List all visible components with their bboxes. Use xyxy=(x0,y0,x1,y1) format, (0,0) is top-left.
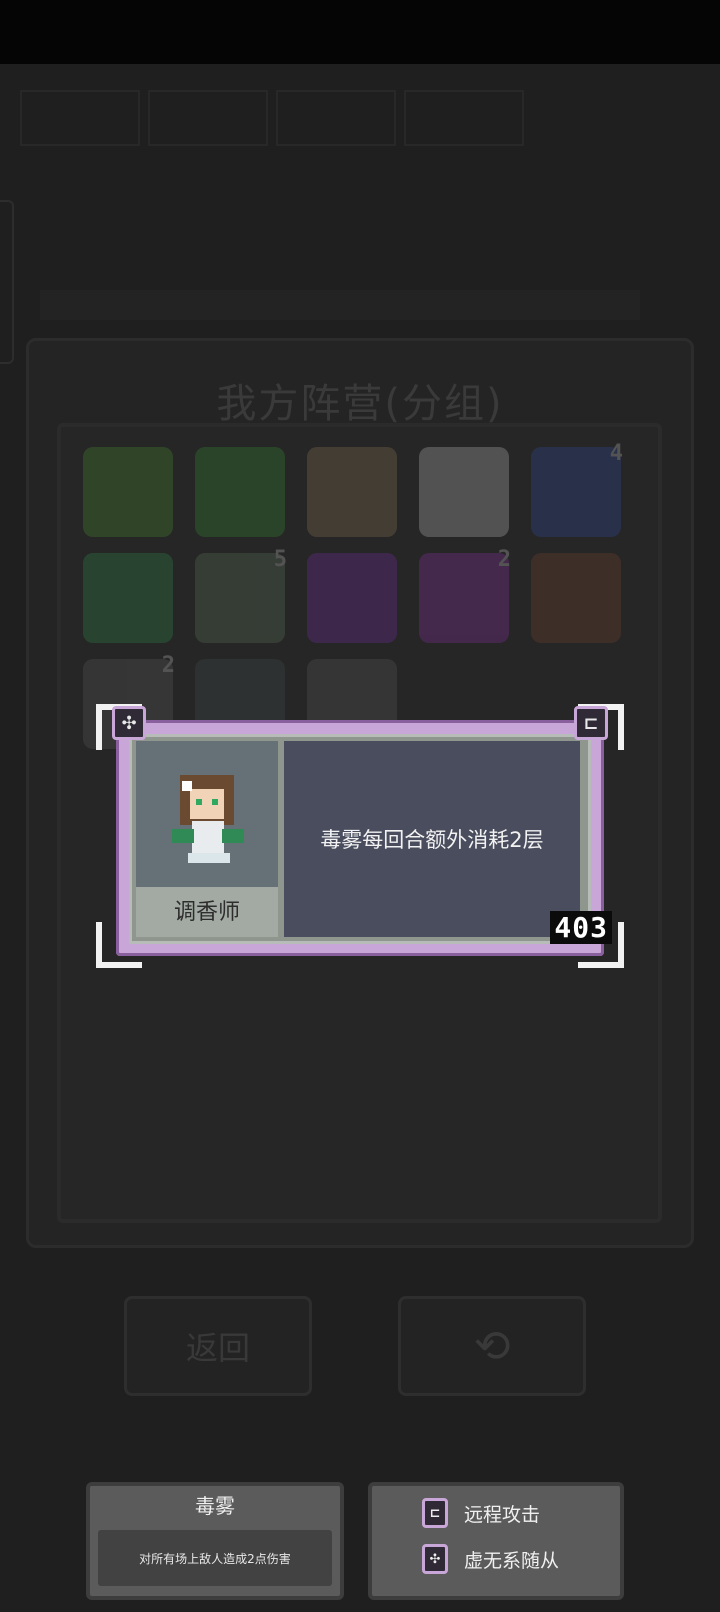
count-badge: 2 xyxy=(497,547,511,572)
roster-slot[interactable] xyxy=(307,447,397,537)
tag-ranged: ⊏ 远程攻击 xyxy=(422,1498,540,1528)
unit-description: 毒雾每回合额外消耗2层 xyxy=(284,741,580,937)
dialog-body: 调香师 毒雾每回合额外消耗2层 xyxy=(129,734,591,944)
tags-card[interactable]: ⊏ 远程攻击 ✣ 虚无系随从 xyxy=(368,1482,624,1600)
status-bar xyxy=(0,0,720,64)
ranged-icon: ⊏ xyxy=(574,706,608,740)
count-badge: 2 xyxy=(161,653,175,678)
count-badge: 5 xyxy=(273,547,287,572)
roster-slot[interactable] xyxy=(307,553,397,643)
perfumer-sprite xyxy=(172,775,244,863)
corner-bracket xyxy=(96,922,142,968)
roster-slot[interactable] xyxy=(531,553,621,643)
unit-name: 调香师 xyxy=(136,887,278,937)
tag-label: 虚无系随从 xyxy=(464,1549,560,1572)
background-strip xyxy=(40,290,640,320)
ranged-icon: ⊏ xyxy=(422,1498,448,1528)
roster-slot[interactable] xyxy=(83,447,173,537)
unit-portrait xyxy=(136,741,278,887)
roster-slot[interactable] xyxy=(419,447,509,537)
tag-void: ✣ 虚无系随从 xyxy=(422,1544,559,1574)
panel-title: 我方阵营(分组) xyxy=(216,381,504,427)
refresh-icon: ⟲ xyxy=(473,1320,511,1372)
refresh-button[interactable]: ⟲ xyxy=(398,1296,586,1396)
unit-cost: 403 xyxy=(550,911,612,944)
roster-slot[interactable] xyxy=(83,553,173,643)
background-tabs xyxy=(20,90,660,146)
roster-slot[interactable]: 4 xyxy=(531,441,623,537)
tag-label: 远程攻击 xyxy=(464,1503,541,1526)
skill-card[interactable]: 毒雾 对所有场上敌人造成2点伤害 xyxy=(86,1482,344,1600)
void-icon: ✣ xyxy=(112,706,146,740)
side-handle xyxy=(0,200,14,364)
back-button[interactable]: 返回 xyxy=(124,1296,312,1396)
skill-title: 毒雾 xyxy=(195,1494,235,1518)
skill-description: 对所有场上敌人造成2点伤害 xyxy=(98,1530,332,1586)
unit-detail-dialog[interactable]: 调香师 毒雾每回合额外消耗2层 ✣ ⊏ 403 xyxy=(96,704,624,968)
void-icon: ✣ xyxy=(422,1544,448,1574)
roster-slot[interactable] xyxy=(195,447,285,537)
roster-slot[interactable]: 2 xyxy=(419,547,511,643)
count-badge: 4 xyxy=(609,441,623,466)
roster-slot[interactable]: 5 xyxy=(195,547,287,643)
